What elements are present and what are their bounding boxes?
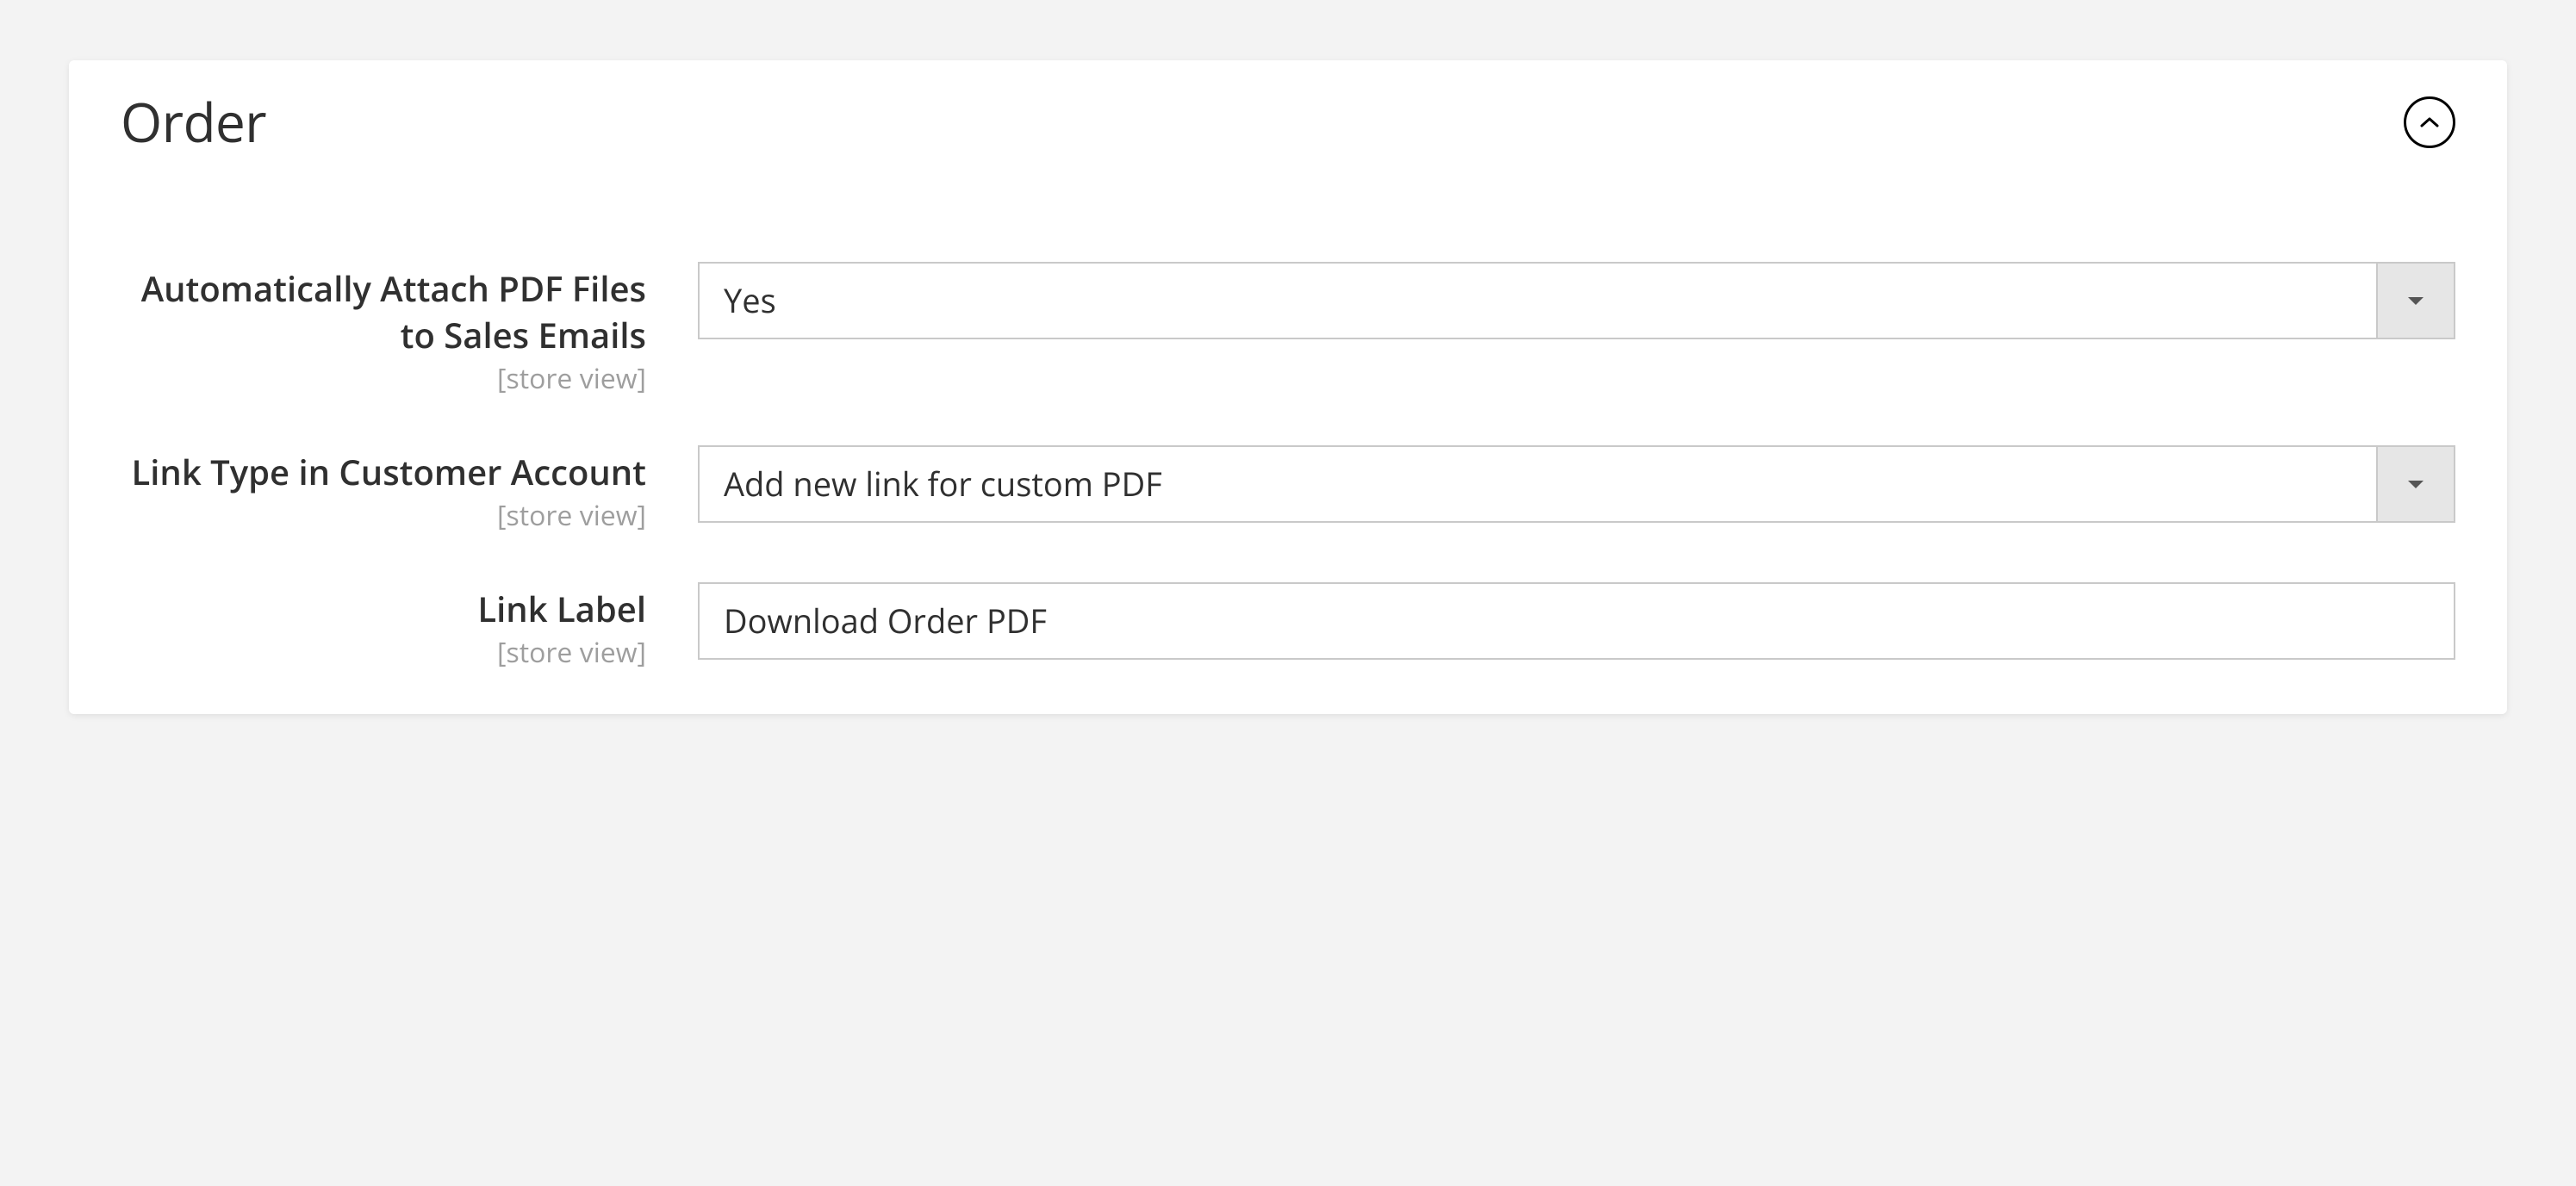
field-label-link-label: Link Label	[121, 586, 646, 632]
panel-header: Order	[121, 86, 2455, 158]
label-col: Automatically Attach PDF Files to Sales …	[121, 262, 646, 397]
attach-pdf-select[interactable]: Yes	[698, 262, 2455, 339]
link-label-input[interactable]	[698, 582, 2455, 660]
chevron-down-icon	[2376, 447, 2454, 521]
label-col: Link Label [store view]	[121, 582, 646, 671]
scope-label: [store view]	[121, 497, 646, 534]
chevron-up-icon	[2420, 116, 2439, 128]
order-config-panel: Order Automatically Attach PDF Files to …	[69, 60, 2507, 714]
link-type-select[interactable]: Add new link for custom PDF	[698, 445, 2455, 523]
form-rows: Automatically Attach PDF Files to Sales …	[121, 262, 2455, 671]
control-col: Add new link for custom PDF	[698, 445, 2455, 523]
control-col: Yes	[698, 262, 2455, 339]
scope-label: [store view]	[121, 634, 646, 671]
select-value: Add new link for custom PDF	[700, 447, 2376, 521]
field-row-attach-pdf: Automatically Attach PDF Files to Sales …	[121, 262, 2455, 397]
field-row-link-type: Link Type in Customer Account [store vie…	[121, 445, 2455, 534]
field-label-attach-pdf: Automatically Attach PDF Files to Sales …	[121, 265, 646, 358]
select-value: Yes	[700, 264, 2376, 338]
field-label-link-type: Link Type in Customer Account	[121, 449, 646, 495]
panel-title: Order	[121, 86, 266, 158]
collapse-toggle-button[interactable]	[2404, 96, 2455, 148]
control-col	[698, 582, 2455, 660]
scope-label: [store view]	[121, 360, 646, 397]
chevron-down-icon	[2376, 264, 2454, 338]
field-row-link-label: Link Label [store view]	[121, 582, 2455, 671]
label-col: Link Type in Customer Account [store vie…	[121, 445, 646, 534]
